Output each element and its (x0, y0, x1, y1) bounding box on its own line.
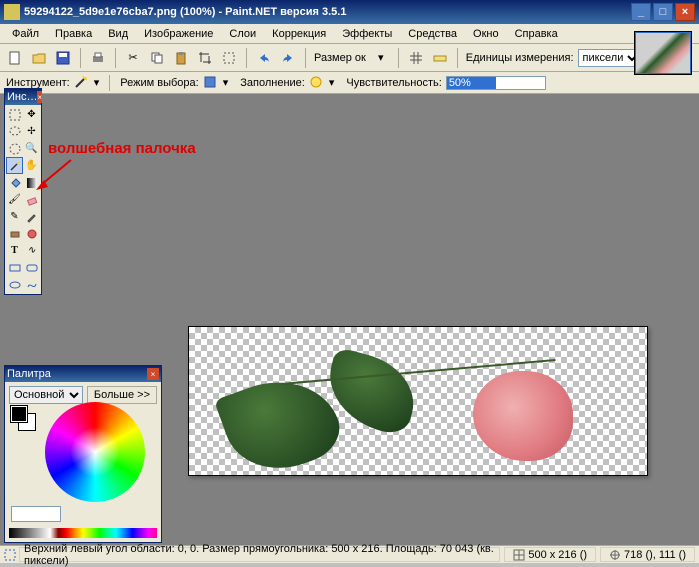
thumbnail-image (636, 33, 690, 73)
print-button[interactable] (87, 47, 109, 69)
selection-mode-label: Режим выбора: (120, 77, 198, 89)
tool-move[interactable]: ✢ (23, 123, 40, 140)
tool-ellipse[interactable] (6, 276, 23, 293)
palette-primary-select[interactable]: Основной (9, 386, 83, 404)
tools-panel: Инс… × ✥ ✢ 🔍 ✋ 🖌 ✎ T ∿ (4, 88, 42, 295)
wand-icon (74, 75, 90, 91)
copy-button[interactable] (146, 47, 168, 69)
redo-button[interactable] (277, 47, 299, 69)
menu-effects[interactable]: Эффекты (334, 26, 400, 42)
window-buttons: _ □ × (631, 3, 695, 21)
minimize-button[interactable]: _ (631, 3, 651, 21)
cursor-pos-icon (609, 549, 621, 561)
size-dropdown[interactable]: ▾ (370, 47, 392, 69)
palette-title[interactable]: Палитра × (5, 366, 161, 382)
palette-close[interactable]: × (147, 368, 159, 380)
tool-options-bar: Инструмент: ▾ Режим выбора: ▾ Заполнение… (0, 72, 699, 94)
tool-move-selection[interactable]: ✥ (23, 106, 40, 123)
instrument-label: Инструмент: (6, 77, 70, 89)
tolerance-value: 50% (449, 77, 471, 89)
size-label: Размер ок (312, 52, 368, 64)
dimensions-icon (513, 549, 525, 561)
tool-colorpicker[interactable] (23, 208, 40, 225)
status-dimensions: 500 x 216 () (504, 547, 596, 562)
palette-color-strip[interactable] (9, 528, 157, 538)
mode-dropdown-icon[interactable]: ▾ (223, 76, 229, 89)
tool-freeform[interactable] (23, 276, 40, 293)
menu-view[interactable]: Вид (100, 26, 136, 42)
tools-panel-close[interactable]: × (37, 91, 42, 103)
units-label: Единицы измерения: (464, 52, 576, 64)
tool-pencil[interactable]: ✎ (6, 208, 23, 225)
menu-edit[interactable]: Правка (47, 26, 100, 42)
crop-button[interactable] (194, 47, 216, 69)
status-selection-info: Верхний левый угол области: 0, 0. Размер… (19, 547, 500, 562)
cut-button[interactable]: ✂ (122, 47, 144, 69)
menu-file[interactable]: Файл (4, 26, 47, 42)
canvas[interactable] (188, 326, 648, 476)
tool-zoom[interactable]: 🔍 (23, 140, 40, 157)
tools-panel-title[interactable]: Инс… × (5, 89, 41, 105)
deselect-button[interactable] (218, 47, 240, 69)
tool-brush[interactable]: 🖌 (6, 191, 23, 208)
tool-line[interactable]: ∿ (23, 242, 40, 259)
menubar: Файл Правка Вид Изображение Слои Коррекц… (0, 24, 699, 44)
color-wheel[interactable] (45, 402, 145, 502)
tool-clone[interactable] (6, 225, 23, 242)
tool-gradient[interactable] (23, 174, 40, 191)
maximize-button[interactable]: □ (653, 3, 673, 21)
tool-lasso[interactable] (6, 123, 23, 140)
tool-eraser[interactable] (23, 191, 40, 208)
palette-panel: Палитра × Основной Больше >> (4, 365, 162, 543)
tool-rect-select[interactable] (6, 106, 23, 123)
fill-icon[interactable] (309, 75, 325, 91)
document-thumbnail[interactable] (635, 32, 691, 74)
menu-layers[interactable]: Слои (221, 26, 264, 42)
fill-dropdown-icon[interactable]: ▾ (329, 76, 335, 89)
save-button[interactable] (52, 47, 74, 69)
statusbar: Верхний левый угол области: 0, 0. Размер… (0, 545, 699, 563)
menu-window[interactable]: Окно (465, 26, 507, 42)
main-toolbar: ✂ Размер ок ▾ Единицы измерения: пиксели (0, 44, 699, 72)
mode-replace-icon[interactable] (203, 75, 219, 91)
tool-magic-wand[interactable] (6, 157, 23, 174)
tools-panel-title-text: Инс… (7, 91, 37, 103)
tolerance-slider[interactable]: 50% (446, 76, 546, 90)
status-cursor: 718 (), 111 () (600, 547, 695, 562)
menu-help[interactable]: Справка (507, 26, 566, 42)
tool-text[interactable]: T (6, 242, 23, 259)
tool-paintbucket[interactable] (6, 174, 23, 191)
foreground-color-swatch[interactable] (11, 406, 27, 422)
close-button[interactable]: × (675, 3, 695, 21)
tolerance-label: Чувствительность: (346, 77, 441, 89)
ruler-button[interactable] (429, 47, 451, 69)
open-button[interactable] (28, 47, 50, 69)
new-button[interactable] (4, 47, 26, 69)
menu-tools[interactable]: Средства (400, 26, 465, 42)
info-icon (4, 549, 16, 561)
tool-pan[interactable]: ✋ (23, 157, 40, 174)
tool-rectangle[interactable] (6, 259, 23, 276)
canvas-content (473, 371, 573, 461)
hex-input[interactable] (11, 506, 61, 522)
window-title: 59294122_5d9e1e76cba7.png (100%) - Paint… (24, 6, 631, 18)
app-icon (4, 4, 20, 20)
menu-adjust[interactable]: Коррекция (264, 26, 334, 42)
tool-rounded-rect[interactable] (23, 259, 40, 276)
undo-button[interactable] (253, 47, 275, 69)
instrument-dropdown-icon[interactable]: ▾ (94, 76, 100, 89)
paste-button[interactable] (170, 47, 192, 69)
tool-ellipse-select[interactable] (6, 140, 23, 157)
units-select[interactable]: пиксели (578, 49, 641, 67)
menu-image[interactable]: Изображение (136, 26, 221, 42)
fill-label: Заполнение: (240, 77, 305, 89)
palette-title-text: Палитра (7, 368, 51, 380)
grid-button[interactable] (405, 47, 427, 69)
titlebar: 59294122_5d9e1e76cba7.png (100%) - Paint… (0, 0, 699, 24)
tool-recolor[interactable] (23, 225, 40, 242)
